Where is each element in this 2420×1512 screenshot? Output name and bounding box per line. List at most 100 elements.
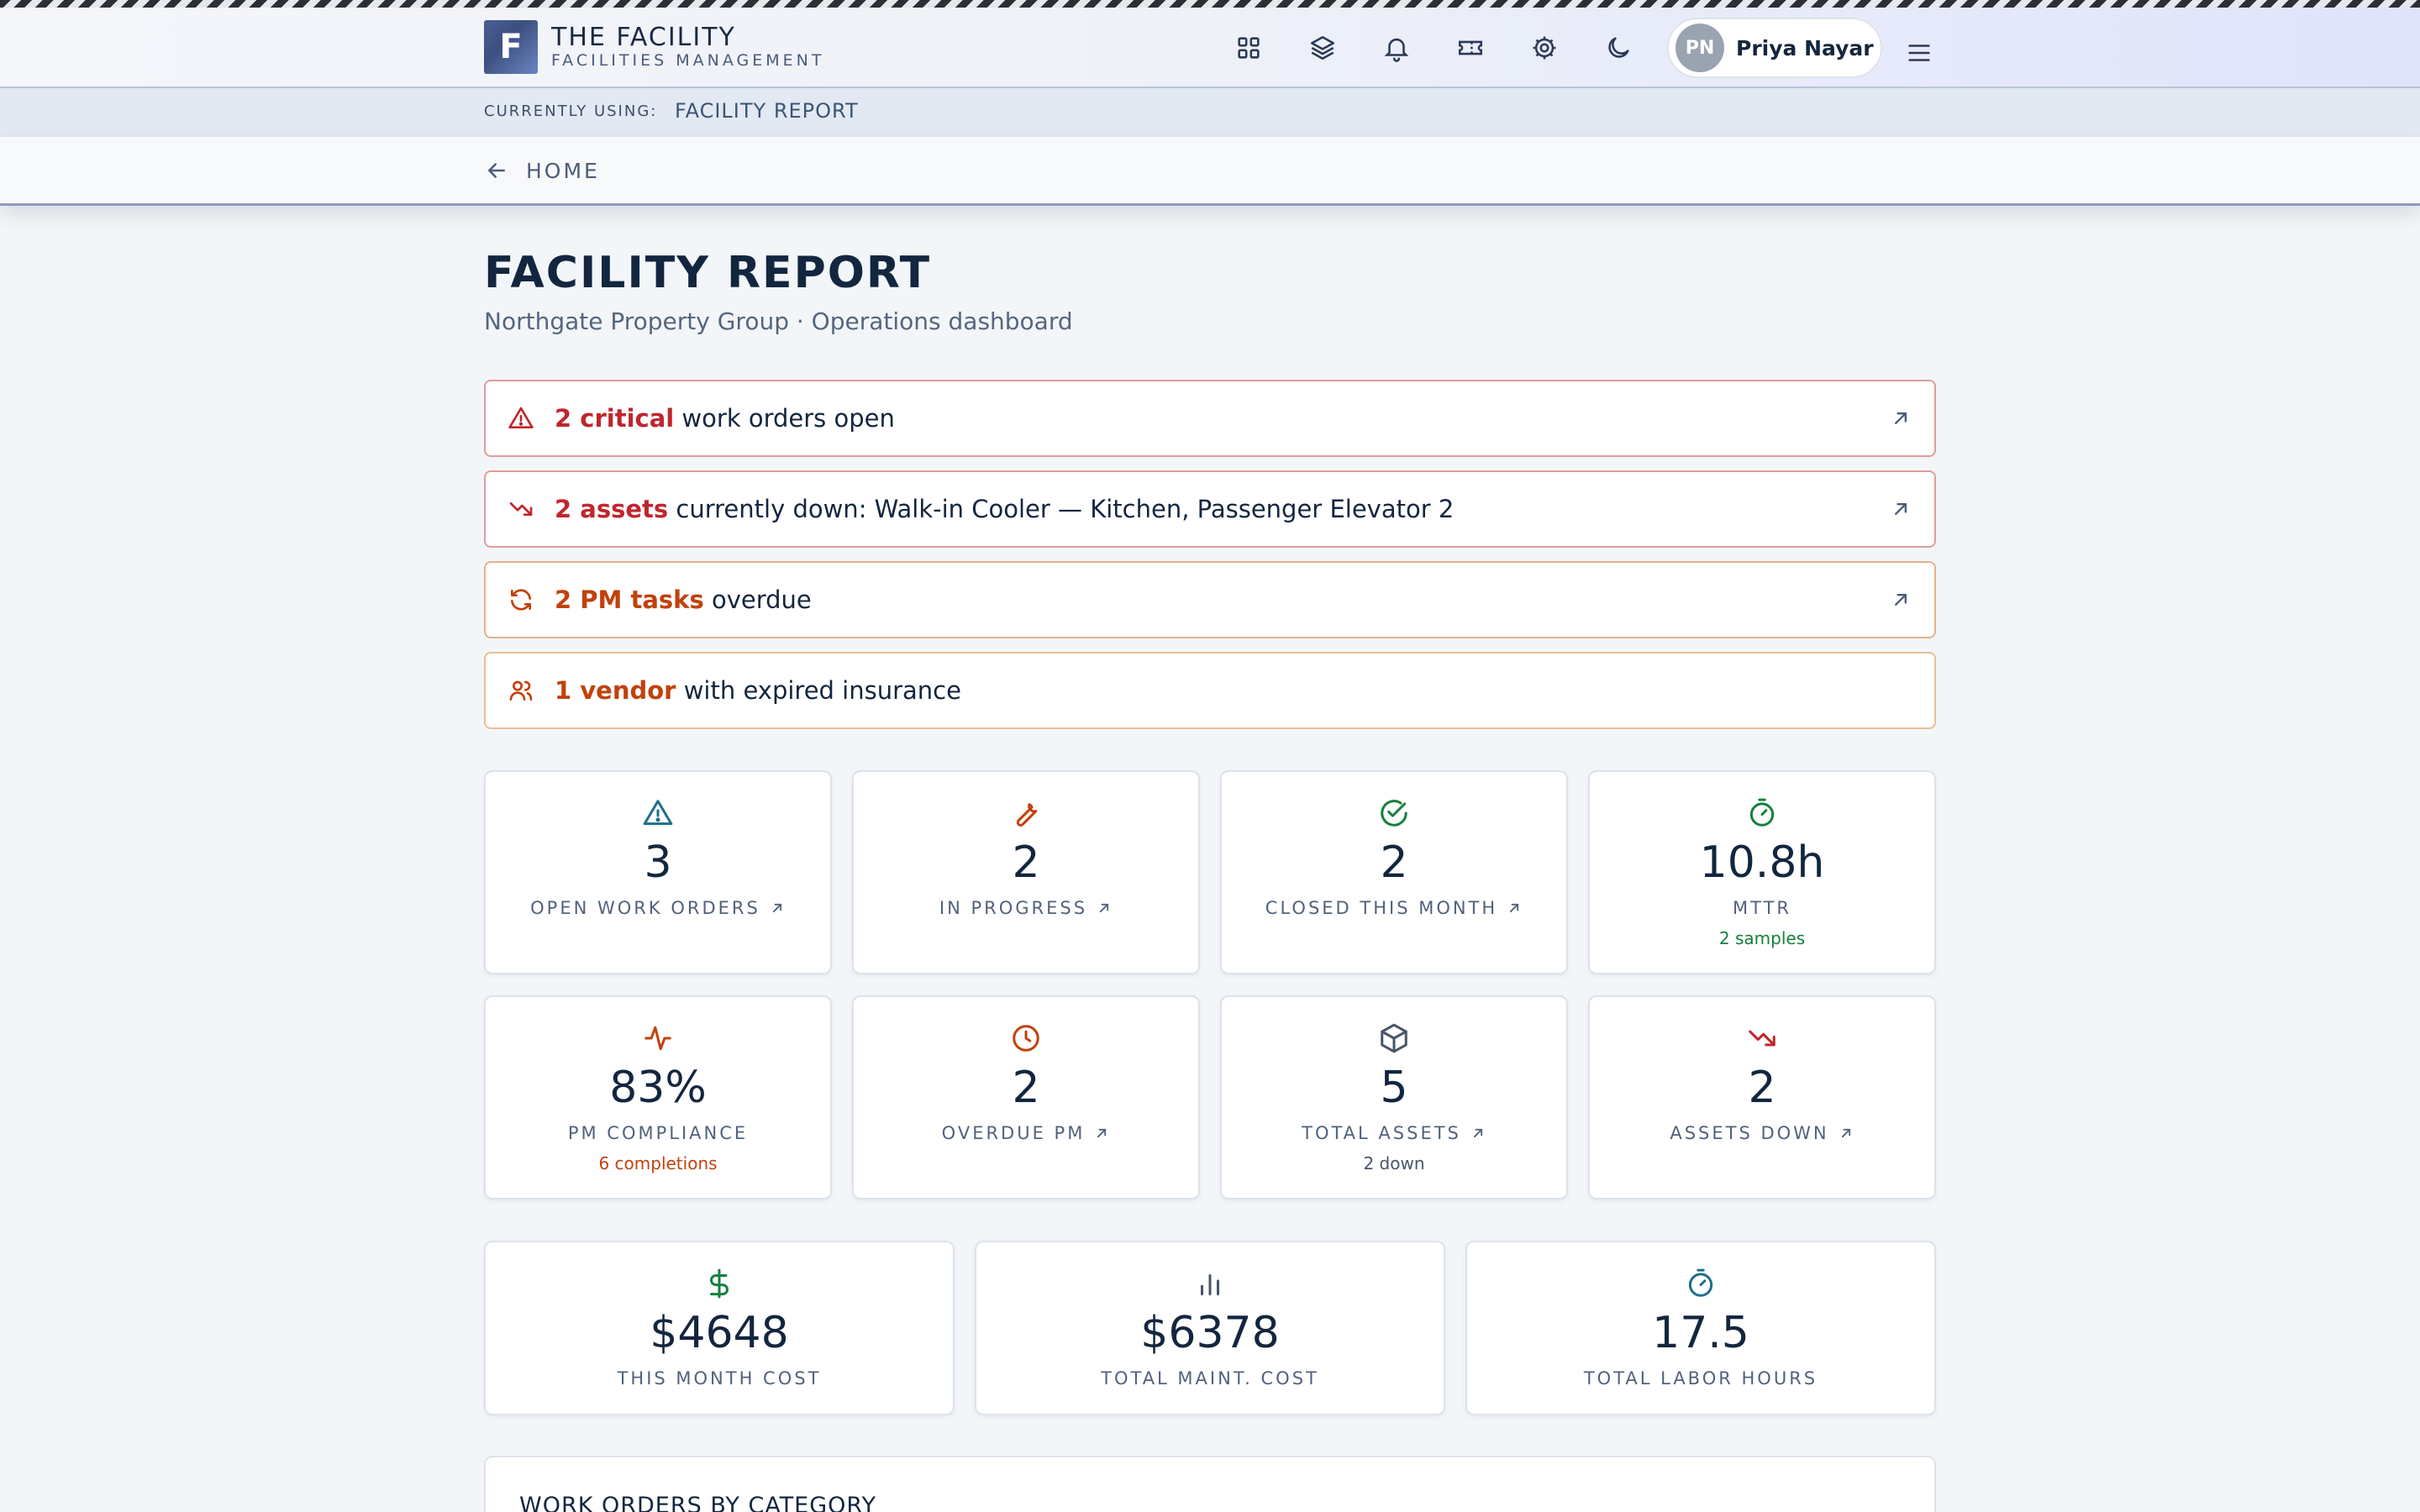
kpi-value: 5	[1380, 1063, 1408, 1113]
arrow-left-icon	[484, 158, 509, 183]
alert-message: work orders open	[674, 404, 895, 433]
kpi-value: 2	[1012, 837, 1040, 888]
kpi-value: 17.5	[1652, 1308, 1749, 1358]
gear-icon[interactable]	[1528, 31, 1561, 65]
ticket-icon[interactable]	[1454, 31, 1487, 65]
avatar: PN	[1676, 24, 1724, 72]
kpi-value: $4648	[650, 1308, 789, 1358]
arrow-up-right-icon[interactable]	[1085, 1125, 1110, 1142]
kpi-value: 2	[1748, 1063, 1776, 1113]
kpi-label-text: OPEN WORK ORDERS	[530, 898, 760, 918]
arrow-up-right-icon[interactable]	[1889, 497, 1912, 521]
kpi-label: CLOSED THIS MONTH	[1222, 898, 1566, 918]
package-icon	[1222, 1022, 1566, 1056]
alert-text: 1 vendor with expired insurance	[555, 676, 961, 705]
arrow-up-right-icon[interactable]	[1829, 1125, 1854, 1142]
alert-banner[interactable]: 2 PM tasks overdue	[484, 561, 1936, 638]
kpi-label-text: THIS MONTH COST	[617, 1368, 822, 1389]
kpi-label: ASSETS DOWN	[1590, 1123, 1934, 1143]
alert-text: 2 critical work orders open	[555, 404, 895, 433]
kpi-note: 6 completions	[598, 1153, 718, 1173]
arrow-up-right-icon[interactable]	[1461, 1125, 1486, 1142]
kpi-label-text: TOTAL ASSETS	[1302, 1123, 1461, 1143]
kpi-note: 2 down	[1363, 1153, 1425, 1173]
kpi-value: 2	[1012, 1063, 1040, 1113]
kpi-card[interactable]: 3 OPEN WORK ORDERS	[484, 770, 832, 974]
kpi-label-text: CLOSED THIS MONTH	[1265, 898, 1498, 918]
kpi-card: $6378 TOTAL MAINT. COST	[975, 1241, 1445, 1415]
kpi-label: TOTAL MAINT. COST	[976, 1368, 1444, 1389]
home-link-label: HOME	[526, 158, 600, 183]
kpi-card[interactable]: 2 IN PROGRESS	[852, 770, 1200, 974]
top-navigation-bar: F THE FACILITY FACILITIES MANAGEMENT PN …	[0, 8, 2420, 88]
kpi-label: IN PROGRESS	[854, 898, 1198, 918]
kpi-card[interactable]: 2 ASSETS DOWN	[1588, 995, 1936, 1200]
kpi-card: 17.5 TOTAL LABOR HOURS	[1465, 1241, 1936, 1415]
kpi-label: OVERDUE PM	[854, 1123, 1198, 1143]
breadcrumb-bar: HOME	[0, 137, 2420, 206]
page-title: FACILITY REPORT	[484, 248, 932, 298]
brand-subtitle: FACILITIES MANAGEMENT	[551, 51, 825, 70]
kpi-label-text: TOTAL MAINT. COST	[1101, 1368, 1319, 1389]
kpi-label-text: PM COMPLIANCE	[567, 1123, 749, 1143]
kpi-card[interactable]: 5 TOTAL ASSETS 2 down	[1220, 995, 1568, 1200]
activity-icon	[486, 1022, 830, 1056]
alert-count: 2 assets	[555, 495, 669, 523]
alert-banner[interactable]: 2 critical work orders open	[484, 380, 1936, 457]
layers-icon[interactable]	[1306, 31, 1339, 65]
warning-triangle-icon	[506, 403, 536, 433]
alert-banner[interactable]: 2 assets currently down: Walk-in Cooler …	[484, 470, 1936, 548]
arrow-up-right-icon[interactable]	[1889, 407, 1912, 430]
kpi-label-text: IN PROGRESS	[939, 898, 1088, 918]
kpi-card[interactable]: 2 CLOSED THIS MONTH	[1220, 770, 1568, 974]
alert-count: 1 vendor	[555, 676, 676, 705]
kpi-label: PM COMPLIANCE	[486, 1123, 830, 1143]
hamburger-menu-icon[interactable]	[1902, 36, 1936, 70]
kpi-label: TOTAL LABOR HOURS	[1467, 1368, 1934, 1389]
refresh-icon	[506, 585, 536, 615]
check-circle-icon	[1222, 797, 1566, 831]
stopwatch-icon	[1590, 797, 1934, 831]
top-accent-stripe	[0, 0, 2420, 8]
context-label: CURRENTLY USING:	[484, 102, 658, 120]
kpi-card[interactable]: 2 OVERDUE PM	[852, 995, 1200, 1200]
brand-title: THE FACILITY	[551, 23, 736, 52]
arrow-up-right-icon[interactable]	[1087, 900, 1113, 916]
apps-grid-icon[interactable]	[1232, 31, 1265, 65]
kpi-label-text: OVERDUE PM	[941, 1123, 1086, 1143]
bell-icon[interactable]	[1380, 31, 1413, 65]
trending-down-icon	[506, 494, 536, 524]
arrow-up-right-icon[interactable]	[760, 900, 786, 916]
moon-icon[interactable]	[1602, 31, 1635, 65]
kpi-value: 10.8h	[1699, 837, 1825, 888]
home-back-link[interactable]: HOME	[484, 154, 600, 187]
kpi-label-text: MTTR	[1733, 898, 1791, 918]
context-bar: CURRENTLY USING: FACILITY REPORT	[0, 88, 2420, 137]
alert-count: 2 PM tasks	[555, 585, 704, 614]
kpi-value: 3	[644, 837, 672, 888]
context-value: FACILITY REPORT	[675, 99, 859, 123]
users-icon	[506, 675, 536, 706]
alert-message: currently down: Walk-in Cooler — Kitchen…	[668, 495, 1455, 523]
wrench-icon	[854, 797, 1198, 831]
warning-triangle-icon	[486, 797, 830, 831]
user-menu-button[interactable]: PN Priya Nayar	[1667, 18, 1882, 78]
brand-logo[interactable]: F	[484, 20, 538, 74]
arrow-up-right-icon[interactable]	[1889, 588, 1912, 612]
alert-text: 2 PM tasks overdue	[555, 585, 812, 614]
kpi-value: 83%	[609, 1063, 707, 1113]
alert-banner: 1 vendor with expired insurance	[484, 652, 1936, 729]
kpi-label: MTTR	[1590, 898, 1934, 918]
kpi-note: 2 samples	[1718, 928, 1806, 948]
kpi-label: OPEN WORK ORDERS	[486, 898, 830, 918]
stopwatch-icon	[1467, 1268, 1934, 1301]
clock-icon	[854, 1022, 1198, 1056]
kpi-label: TOTAL ASSETS	[1222, 1123, 1566, 1143]
page-subtitle: Northgate Property Group · Operations da…	[484, 307, 1073, 335]
user-name: Priya Nayar	[1736, 35, 1874, 60]
section-title: WORK ORDERS BY CATEGORY	[519, 1493, 876, 1512]
kpi-label: THIS MONTH COST	[486, 1368, 953, 1389]
kpi-value: 2	[1380, 837, 1408, 888]
kpi-value: $6378	[1140, 1308, 1280, 1358]
arrow-up-right-icon[interactable]	[1497, 900, 1523, 916]
